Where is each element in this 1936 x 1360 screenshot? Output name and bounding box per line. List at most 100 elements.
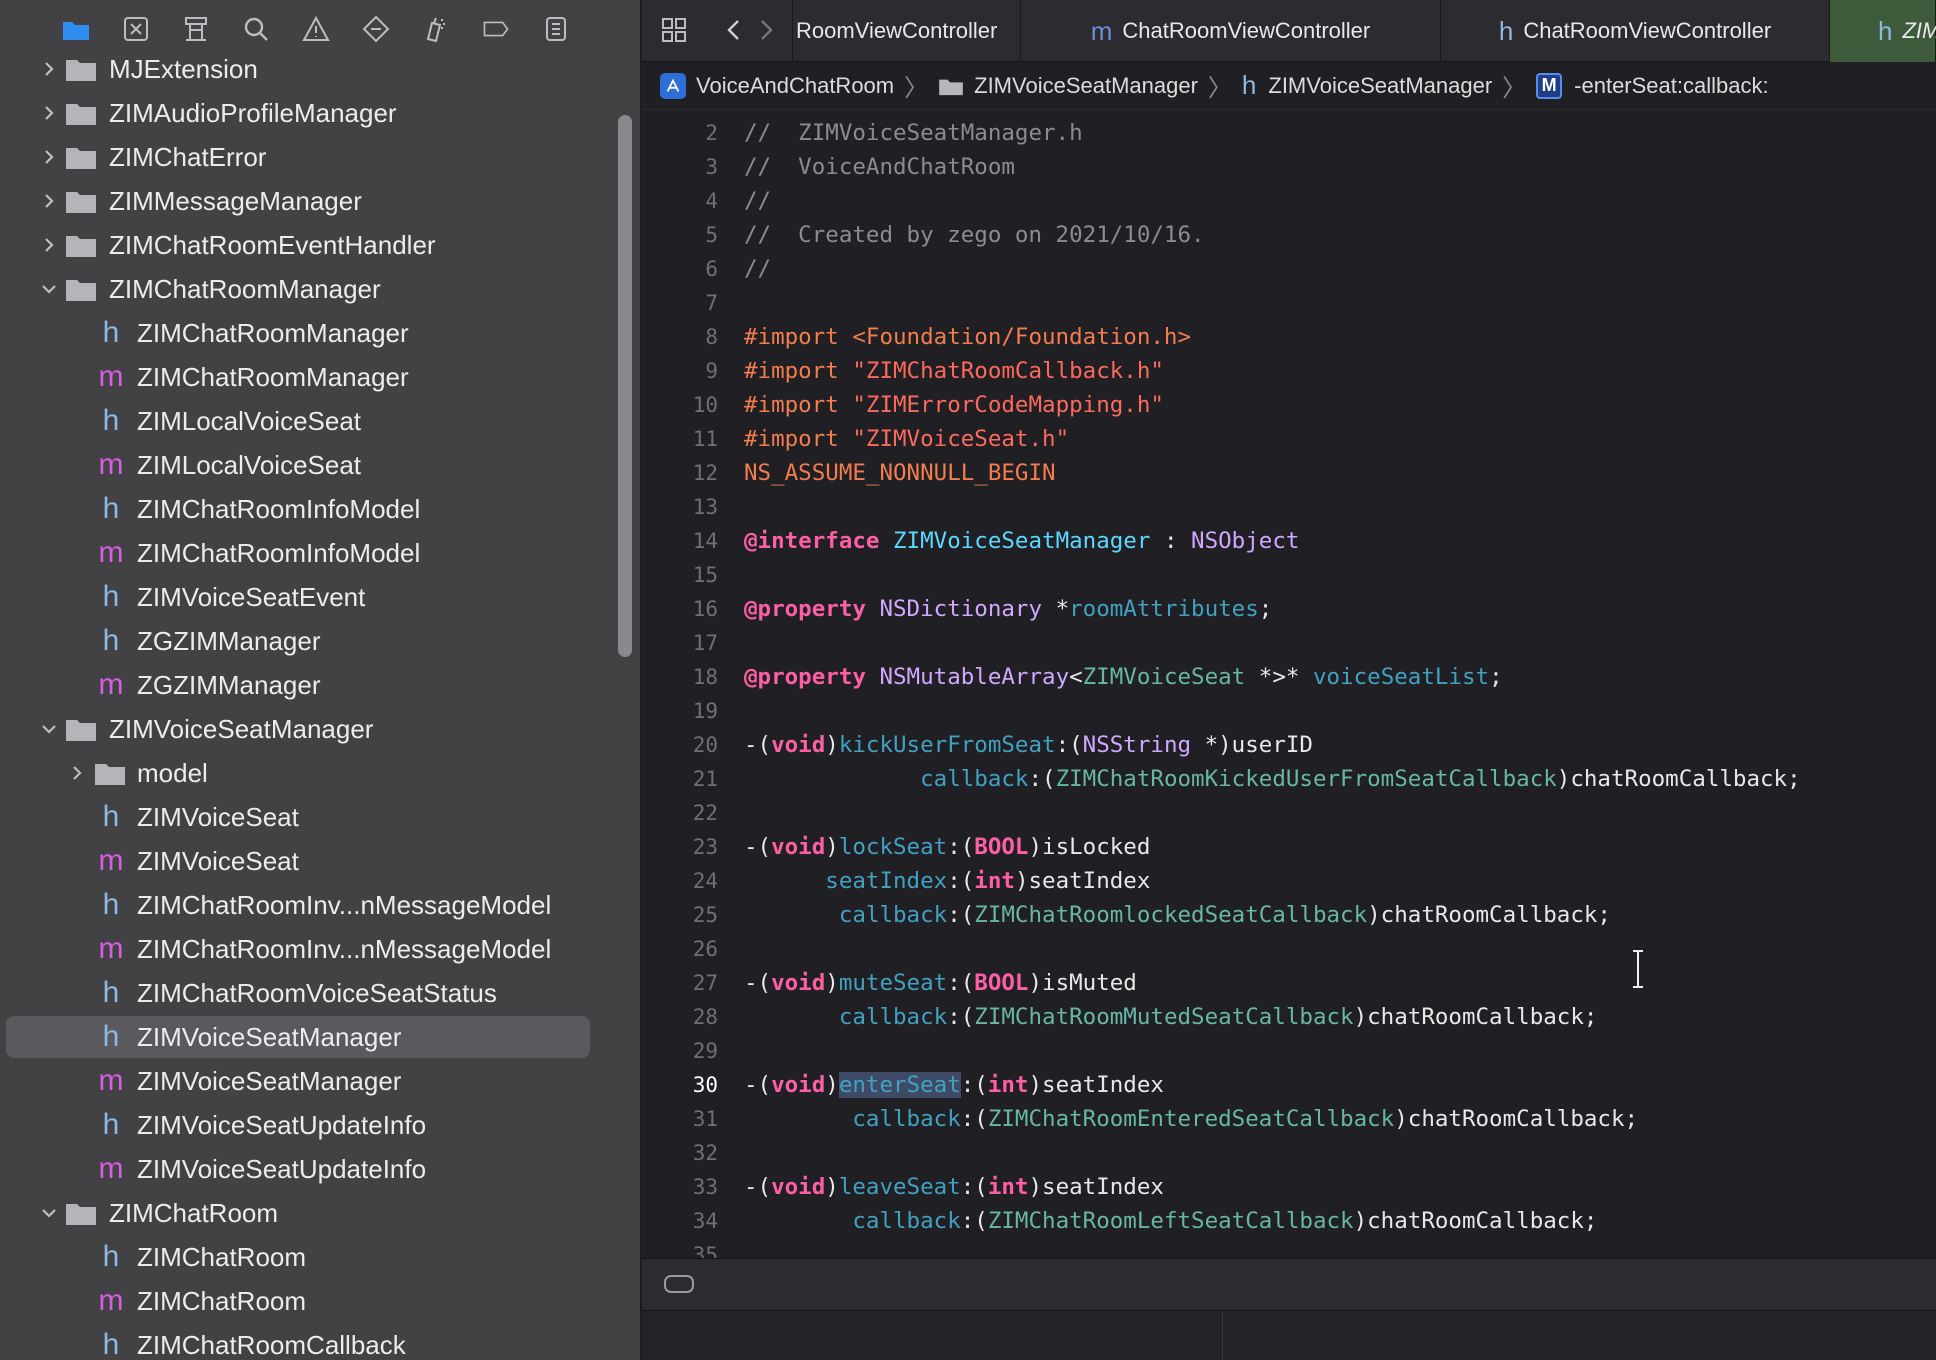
tree-file-row[interactable]: h ZIMChatRoom [0, 1235, 640, 1279]
code-line[interactable]: 16 @property NSDictionary *roomAttributes… [642, 592, 1936, 626]
disclosure-collapsed-icon[interactable] [40, 60, 58, 78]
code-line[interactable]: 28 callback:(ZIMChatRoomMutedSeatCallbac… [642, 1000, 1936, 1034]
code-line[interactable]: 18 @property NSMutableArray<ZIMVoiceSeat … [642, 660, 1936, 694]
code-line[interactable]: 30 -(void)enterSeat:(int)seatIndex [642, 1068, 1936, 1102]
tree-file-row[interactable]: h ZIMVoiceSeatEvent [0, 575, 640, 619]
code-line[interactable]: 31 callback:(ZIMChatRoomEnteredSeatCallb… [642, 1102, 1936, 1136]
disclosure-expanded-icon[interactable] [40, 1204, 58, 1222]
tree-folder-row[interactable]: ZIMChatRoomEventHandler [0, 223, 640, 267]
disclosure-collapsed-icon[interactable] [40, 104, 58, 122]
related-items-grid-icon[interactable] [660, 16, 688, 44]
tree-file-row[interactable]: m ZIMChatRoomManager [0, 355, 640, 399]
code-line[interactable]: 9 #import "ZIMChatRoomCallback.h" [642, 354, 1936, 388]
back-chevron-icon[interactable] [722, 16, 746, 44]
code-token: :( [960, 1106, 988, 1132]
code-line[interactable]: 34 callback:(ZIMChatRoomLeftSeatCallback… [642, 1204, 1936, 1238]
tree-file-row[interactable]: h ZIMVoiceSeatUpdateInfo [0, 1103, 640, 1147]
tree-file-row[interactable]: m ZIMVoiceSeatManager [0, 1059, 640, 1103]
report-icon[interactable] [532, 5, 580, 53]
jumpbar-file[interactable]: h ZIMVoiceSeatManager [1242, 70, 1492, 101]
tree-file-row[interactable]: m ZIMChatRoomInv...nMessageModel [0, 927, 640, 971]
tree-file-row[interactable]: h ZIMLocalVoiceSeat [0, 399, 640, 443]
jumpbar-method[interactable]: M -enterSeat:callback: [1536, 72, 1769, 99]
disclosure-expanded-icon[interactable] [40, 720, 58, 738]
find-icon[interactable] [232, 5, 280, 53]
tree-file-row[interactable]: h ZIMChatRoomInfoModel [0, 487, 640, 531]
code-line[interactable]: 7 [642, 286, 1936, 320]
tree-file-row[interactable]: h ZIMVoiceSeatManager [0, 1015, 640, 1059]
tree-file-row[interactable]: h ZIMChatRoomVoiceSeatStatus [0, 971, 640, 1015]
code-line[interactable]: 8 #import <Foundation/Foundation.h> [642, 320, 1936, 354]
code-line[interactable]: 12 NS_ASSUME_NONNULL_BEGIN [642, 456, 1936, 490]
code-line[interactable]: 2 // ZIMVoiceSeatManager.h [642, 116, 1936, 150]
code-line[interactable]: 4 // [642, 184, 1936, 218]
tree-file-row[interactable]: h ZGZIMManager [0, 619, 640, 663]
tab-chat-room-view-controller-h[interactable]: h ChatRoomViewController [1441, 0, 1830, 62]
code-line[interactable]: 11 #import "ZIMVoiceSeat.h" [642, 422, 1936, 456]
code-line[interactable]: 24 seatIndex:(int)seatIndex [642, 864, 1936, 898]
tree-file-row[interactable]: m ZGZIMManager [0, 663, 640, 707]
code-token: leaveSeat [838, 1174, 961, 1200]
breakpoint-icon[interactable] [472, 5, 520, 53]
tree-folder-row[interactable]: ZIMMessageManager [0, 179, 640, 223]
code-line[interactable]: 14 @interface ZIMVoiceSeatManager : NSObj… [642, 524, 1936, 558]
code-line[interactable]: 35 [642, 1238, 1936, 1258]
code-line[interactable]: 15 [642, 558, 1936, 592]
tree-file-row[interactable]: m ZIMLocalVoiceSeat [0, 443, 640, 487]
tree-file-row[interactable]: h ZIMChatRoomInv...nMessageModel [0, 883, 640, 927]
code-line[interactable]: 22 [642, 796, 1936, 830]
objc-file-icon: m [98, 844, 124, 877]
debug-area-toggle-icon[interactable] [664, 1275, 694, 1293]
symbol-hierarchy-icon[interactable] [172, 5, 220, 53]
tree-file-row[interactable]: m ZIMVoiceSeatUpdateInfo [0, 1147, 640, 1191]
tab-chat-room-view-controller-m[interactable]: m ChatRoomViewController [1021, 0, 1441, 62]
tree-file-row[interactable]: m ZIMChatRoom [0, 1279, 640, 1323]
code-line[interactable]: 21 callback:(ZIMChatRoomKickedUserFromSe… [642, 762, 1936, 796]
code-editor[interactable]: 2 // ZIMVoiceSeatManager.h 3 // VoiceAndCha… [642, 116, 1936, 1258]
code-line[interactable]: 13 [642, 490, 1936, 524]
forward-chevron-icon[interactable] [754, 16, 778, 44]
tree-file-row[interactable]: h ZIMChatRoomCallback [0, 1323, 640, 1360]
code-line[interactable]: 27 -(void)muteSeat:(BOOL)isMuted [642, 966, 1936, 1000]
tree-folder-row[interactable]: ZIMAudioProfileManager [0, 91, 640, 135]
tree-file-row[interactable]: m ZIMVoiceSeat [0, 839, 640, 883]
tab-room-view-controller[interactable]: RoomViewController [796, 0, 1021, 62]
disclosure-collapsed-icon[interactable] [40, 192, 58, 210]
tab-zim-voice-seat-manager-active[interactable]: h ZIM [1830, 0, 1936, 62]
tree-file-row[interactable]: h ZIMVoiceSeat [0, 795, 640, 839]
code-line[interactable]: 29 [642, 1034, 1936, 1068]
code-line[interactable]: 17 [642, 626, 1936, 660]
debug-spray-icon[interactable] [412, 5, 460, 53]
source-control-icon[interactable] [112, 5, 160, 53]
line-number: 5 [705, 223, 718, 247]
code-line[interactable]: 19 [642, 694, 1936, 728]
code-line[interactable]: 26 [642, 932, 1936, 966]
test-diamond-icon[interactable] [352, 5, 400, 53]
code-line[interactable]: 32 [642, 1136, 1936, 1170]
code-line[interactable]: 20 -(void)kickUserFromSeat:(NSString *)us… [642, 728, 1936, 762]
code-line[interactable]: 5 // Created by zego on 2021/10/16. [642, 218, 1936, 252]
disclosure-collapsed-icon[interactable] [68, 764, 86, 782]
tree-folder-row[interactable]: ZIMChatRoomManager [0, 267, 640, 311]
code-line[interactable]: 23 -(void)lockSeat:(BOOL)isLocked [642, 830, 1936, 864]
code-line[interactable]: 6 // [642, 252, 1936, 286]
tree-file-row[interactable]: m ZIMChatRoomInfoModel [0, 531, 640, 575]
code-line[interactable]: 25 callback:(ZIMChatRoomlockedSeatCallba… [642, 898, 1936, 932]
disclosure-collapsed-icon[interactable] [40, 236, 58, 254]
jumpbar-project[interactable]: VoiceAndChatRoom [660, 72, 894, 99]
code-line[interactable]: 33 -(void)leaveSeat:(int)seatIndex [642, 1170, 1936, 1204]
jumpbar-group[interactable]: ZIMVoiceSeatManager [938, 73, 1198, 99]
tree-folder-row[interactable]: model [0, 751, 640, 795]
disclosure-collapsed-icon[interactable] [40, 148, 58, 166]
navigator-scrollbar[interactable] [618, 115, 632, 657]
tree-folder-row[interactable]: ZIMVoiceSeatManager [0, 707, 640, 751]
tree-folder-row[interactable]: ZIMChatError [0, 135, 640, 179]
code-line[interactable]: 10 #import "ZIMErrorCodeMapping.h" [642, 388, 1936, 422]
warning-icon[interactable] [292, 5, 340, 53]
code-line[interactable]: 3 // VoiceAndChatRoom [642, 150, 1936, 184]
tree-folder-row[interactable]: ZIMChatRoom [0, 1191, 640, 1235]
tree-file-row[interactable]: h ZIMChatRoomManager [0, 311, 640, 355]
disclosure-expanded-icon[interactable] [40, 280, 58, 298]
folder-icon[interactable] [52, 5, 100, 53]
